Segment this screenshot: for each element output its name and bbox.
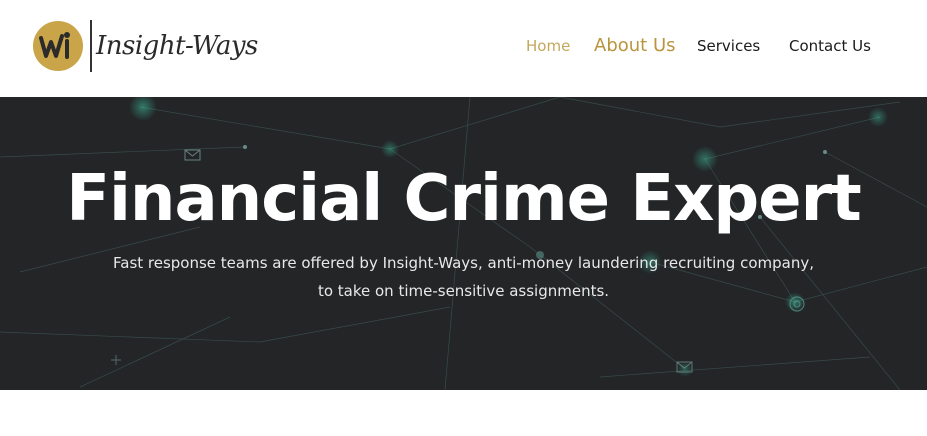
hero-subtitle-line-1: Fast response teams are offered by Insig… (113, 254, 814, 272)
hero-banner: Financial Crime Expert Fast response tea… (0, 97, 927, 390)
plus-icon (111, 355, 121, 365)
hero-subtitle-line-2: to take on time-sensitive assignments. (317, 282, 610, 300)
site-header: Insight-Ways Home About Us Services Cont… (0, 0, 927, 97)
content-area (0, 390, 927, 436)
nav-contact-us[interactable]: Contact Us (789, 37, 871, 55)
nav-home[interactable]: Home (526, 37, 570, 55)
nav-services[interactable]: Services (697, 37, 760, 55)
main-nav: Home About Us Services Contact Us (0, 0, 927, 92)
hero-subtitle: Fast response teams are offered by Insig… (0, 249, 927, 305)
nav-about-us[interactable]: About Us (594, 35, 676, 56)
hero-title: Financial Crime Expert (66, 162, 861, 236)
network-background (0, 97, 927, 390)
envelope-icon (184, 149, 201, 161)
